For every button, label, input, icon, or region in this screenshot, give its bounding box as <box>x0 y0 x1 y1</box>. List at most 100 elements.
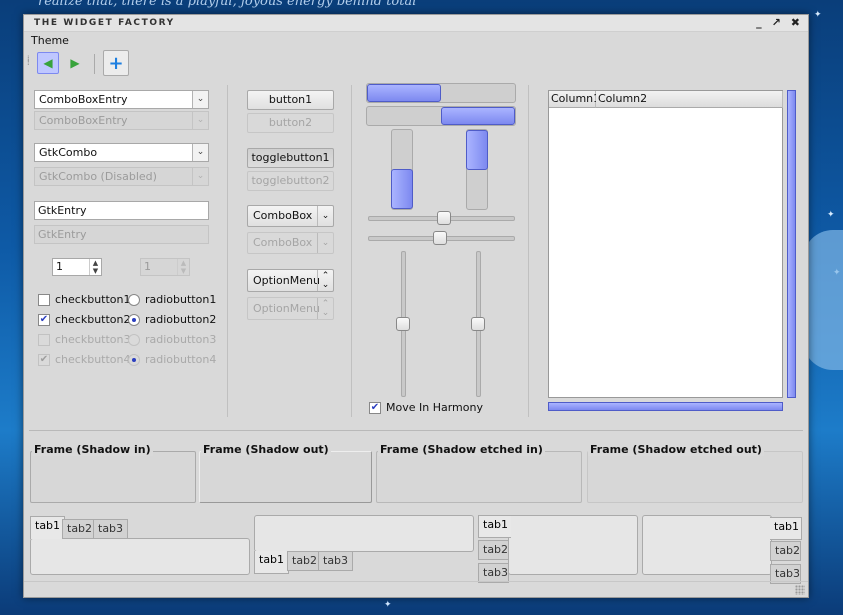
gtk-combo-disabled-text: GtkCombo (Disabled) <box>39 170 157 183</box>
togglebutton1[interactable]: togglebutton1 <box>247 148 334 168</box>
tab-top-2[interactable]: tab2 <box>62 519 98 539</box>
widget-factory-window: THE WIDGET FACTORY _ ↗ ✖ Theme ⁞ ⁞ ◀ ▶ + … <box>23 14 809 598</box>
chevron-down-icon[interactable]: ⌄ <box>192 144 208 161</box>
statusbar <box>24 581 808 597</box>
progress-fill <box>466 130 488 170</box>
chevron-down-icon: ⌄ <box>192 112 208 129</box>
updown-icon: ⌃ ⌄ <box>317 298 333 319</box>
frame-shadow-in-label: Frame (Shadow in) <box>32 443 153 456</box>
tab-bottom-2[interactable]: tab2 <box>287 551 323 571</box>
optionmenu-text[interactable]: OptionMenu <box>253 274 320 287</box>
spin-button-value[interactable]: 1 <box>56 260 63 273</box>
checkbutton4: ✔ checkbutton4 <box>38 353 131 366</box>
hscale[interactable] <box>368 211 515 225</box>
radio-selected-icon[interactable] <box>128 313 140 326</box>
radiobutton1[interactable]: radiobutton1 <box>128 293 216 306</box>
resize-grip-icon[interactable] <box>795 585 805 595</box>
window-titlebar[interactable]: THE WIDGET FACTORY _ ↗ ✖ <box>24 15 808 32</box>
spin-button[interactable]: 1 ▲ ▼ <box>52 258 102 276</box>
add-icon[interactable]: + <box>103 50 129 76</box>
button1[interactable]: button1 <box>247 90 334 110</box>
tab-left-1[interactable]: tab1 <box>478 515 511 538</box>
desktop-background-text: realize that, there is a playful, joyous… <box>38 0 417 9</box>
section-separator <box>29 430 803 431</box>
checkbox-checked-icon[interactable]: ✔ <box>38 313 50 326</box>
tab-bottom-3[interactable]: tab3 <box>318 551 354 571</box>
maximize-icon[interactable]: ↗ <box>772 16 781 29</box>
checkbox-icon[interactable] <box>38 293 50 306</box>
checkbutton1[interactable]: checkbutton1 <box>38 293 131 306</box>
star-icon: ✦ <box>827 210 835 220</box>
togglebutton2: togglebutton2 <box>247 171 334 191</box>
updown-icon[interactable]: ⌃ ⌄ <box>317 270 333 291</box>
combobox-disabled: ComboBox ⌄ <box>247 232 334 254</box>
frame-shadow-etched-in <box>376 451 582 503</box>
frame-shadow-out <box>199 451 372 503</box>
gtk-entry[interactable]: GtkEntry <box>34 201 209 220</box>
optionmenu[interactable]: OptionMenu ⌃ ⌄ <box>247 269 334 292</box>
checkbutton2[interactable]: ✔ checkbutton2 <box>38 313 131 326</box>
tree-column-header-2[interactable]: Column2 <box>596 91 783 108</box>
tree-column-header-1[interactable]: Column1 <box>549 91 600 108</box>
radiobutton2[interactable]: radiobutton2 <box>128 313 216 326</box>
spin-arrows-icon: ▲ ▼ <box>177 259 189 275</box>
go-first-icon[interactable]: ◀ <box>37 52 59 74</box>
frame-shadow-etched-out-label: Frame (Shadow etched out) <box>588 443 764 456</box>
checkbutton-label: checkbutton2 <box>55 313 131 326</box>
move-in-harmony-check[interactable]: ✔ Move In Harmony <box>369 401 483 414</box>
tab-right-2[interactable]: tab2 <box>770 541 801 561</box>
progress-bar-vertical-inverted <box>466 129 488 210</box>
column-separator <box>227 85 228 417</box>
tab-right-1[interactable]: tab1 <box>770 517 802 540</box>
optionmenu-disabled: OptionMenu ⌃ ⌄ <box>247 297 334 320</box>
tab-top-1[interactable]: tab1 <box>30 516 66 539</box>
progress-fill <box>391 169 413 209</box>
combo-box-entry[interactable]: ComboBoxEntry ⌄ <box>34 90 209 109</box>
close-icon[interactable]: ✖ <box>791 16 800 29</box>
hscale-handle[interactable] <box>433 231 447 245</box>
vertical-scrollbar[interactable] <box>787 90 796 398</box>
menu-theme[interactable]: Theme <box>31 34 69 47</box>
desktop-star-icon: ✦ <box>384 600 392 610</box>
radio-icon[interactable] <box>128 293 140 306</box>
star-icon: ✦ <box>814 10 822 20</box>
radiobutton3: radiobutton3 <box>128 333 216 346</box>
tab-top-3[interactable]: tab3 <box>93 519 129 539</box>
frame-shadow-etched-out <box>587 451 803 503</box>
combobox-text[interactable]: ComboBox <box>253 209 312 222</box>
tab-bottom-1[interactable]: tab1 <box>254 551 290 574</box>
progress-bar-horizontal-inverted <box>366 106 516 126</box>
vscale[interactable] <box>471 251 485 397</box>
menubar: Theme <box>24 32 808 48</box>
column-separator <box>351 85 352 417</box>
progress-bar-horizontal <box>366 83 516 103</box>
combobox[interactable]: ComboBox ⌄ <box>247 205 334 227</box>
chevron-down-icon[interactable]: ⌄ <box>317 206 333 226</box>
chevron-down-icon[interactable]: ⌄ <box>192 91 208 108</box>
radiobutton-label: radiobutton2 <box>145 313 217 326</box>
vscale-handle[interactable] <box>396 317 410 331</box>
go-last-icon[interactable]: ▶ <box>64 52 86 74</box>
checkbutton-label: checkbutton1 <box>55 293 131 306</box>
minimize-icon[interactable]: _ <box>756 16 762 29</box>
checkbox-checked-icon[interactable]: ✔ <box>369 401 381 414</box>
tab-left-3[interactable]: tab3 <box>478 563 509 583</box>
gtk-entry-disabled: GtkEntry <box>34 225 209 244</box>
toolbar-grip[interactable]: ⁞ ⁞ <box>27 55 30 67</box>
tab-left-2[interactable]: tab2 <box>478 540 509 560</box>
combo-box-entry-text[interactable]: ComboBoxEntry <box>39 93 128 106</box>
tree-view[interactable]: Column1 Column2 <box>548 90 783 398</box>
notebook-bottom-page <box>254 515 474 552</box>
gtk-combo[interactable]: GtkCombo ⌄ <box>34 143 209 162</box>
horizontal-scrollbar[interactable] <box>548 402 783 411</box>
window-title: THE WIDGET FACTORY <box>34 18 175 28</box>
vscale-handle[interactable] <box>471 317 485 331</box>
spin-arrows-icon[interactable]: ▲ ▼ <box>89 259 101 275</box>
hscale-handle[interactable] <box>437 211 451 225</box>
hscale[interactable] <box>368 231 515 245</box>
progress-fill <box>441 107 515 125</box>
gtk-combo-text[interactable]: GtkCombo <box>39 146 97 159</box>
vscale[interactable] <box>396 251 410 397</box>
notebook-left-page <box>508 515 638 575</box>
spin-button-disabled-value: 1 <box>144 260 151 273</box>
